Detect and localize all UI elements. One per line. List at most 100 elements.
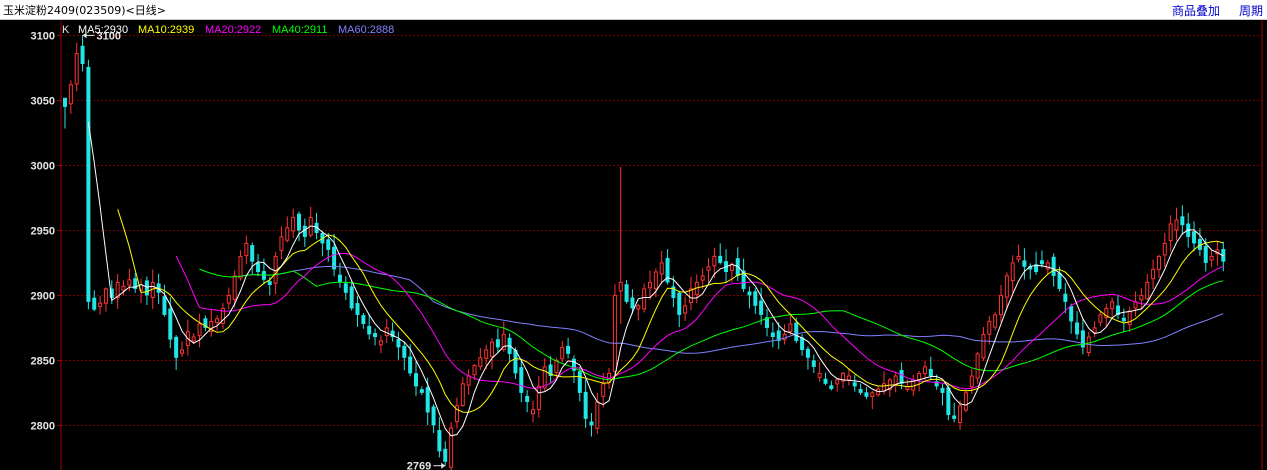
- candle-body-100: [648, 281, 652, 289]
- candle-body-164: [1022, 260, 1027, 267]
- candle-body-28: [226, 294, 231, 304]
- period-link[interactable]: 周期: [1239, 2, 1263, 19]
- candle-body-97: [630, 297, 635, 309]
- candle-body-177: [1098, 314, 1103, 323]
- candle-body-129: [817, 372, 822, 378]
- legend-ma40: MA40:2911: [272, 24, 327, 36]
- candle-body-79: [525, 395, 530, 402]
- candle-body-54: [378, 340, 383, 346]
- window-title: 玉米淀粉2409(023509)<日线>: [3, 4, 167, 17]
- candle-body-38: [285, 227, 290, 241]
- candle-body-176: [1092, 327, 1097, 334]
- candle-body-71: [478, 357, 483, 367]
- candle-body-196: [1209, 255, 1214, 261]
- candle-body-121: [770, 332, 775, 337]
- candle-body-115: [735, 258, 740, 276]
- candle-body-150: [940, 387, 945, 393]
- candle-body-132: [835, 379, 840, 385]
- y-tick-label-2800: 2800: [31, 421, 55, 433]
- candle-body-32: [250, 245, 255, 262]
- candle-body-64: [437, 430, 442, 452]
- candle-body-128: [811, 360, 816, 367]
- candle-body-40: [297, 213, 301, 231]
- candle-body-156: [975, 353, 980, 379]
- candle-body-33: [256, 262, 261, 272]
- candle-body-45: [326, 239, 331, 250]
- candle-body-1: [68, 84, 73, 105]
- candle-body-109: [700, 275, 705, 281]
- candle-body-6: [98, 302, 103, 307]
- candle-body-7: [103, 288, 108, 304]
- candle-body-78: [519, 367, 524, 393]
- candle-body-160: [999, 294, 1003, 316]
- candle-body-123: [782, 333, 787, 341]
- candle-body-17: [162, 296, 167, 315]
- ma10-line: [117, 209, 1224, 413]
- candle-body-112: [718, 255, 723, 263]
- candle-body-170: [1057, 272, 1062, 289]
- candle-body-137: [864, 392, 869, 397]
- candle-body-60: [414, 373, 418, 387]
- annotation-layer: 31002769: [82, 30, 446, 470]
- candle-body-23: [197, 323, 202, 336]
- candle-body-146: [917, 372, 922, 381]
- candle-body-162: [1010, 262, 1015, 282]
- candle-body-179: [1110, 301, 1115, 310]
- candle-body-94: [612, 294, 617, 372]
- candle-body-88: [577, 371, 582, 393]
- candlestick-chart: 2800285029002950300030503100 31002769 K …: [31, 20, 1263, 470]
- candle-body-111: [712, 255, 717, 267]
- candle-body-167: [1039, 260, 1044, 265]
- candle-body-70: [472, 365, 477, 376]
- candle-body-98: [636, 305, 641, 310]
- candle-body-31: [244, 242, 249, 257]
- candle-body-171: [1063, 293, 1068, 302]
- candle-body-26: [215, 318, 220, 324]
- legend-ma10: MA10:2939: [138, 24, 194, 36]
- candle-body-91: [595, 401, 600, 429]
- candle-body-65: [443, 448, 448, 462]
- candle-body-138: [870, 392, 875, 398]
- candle-body-191: [1180, 216, 1185, 226]
- candle-body-119: [759, 300, 764, 315]
- candle-body-157: [981, 333, 986, 359]
- candle-body-135: [852, 382, 857, 387]
- candle-body-47: [337, 274, 342, 283]
- candle-body-125: [794, 322, 799, 341]
- candle-body-90: [589, 421, 594, 426]
- candle-body-130: [823, 378, 828, 384]
- candle-body-48: [343, 283, 348, 293]
- candle-body-4: [86, 66, 91, 302]
- candle-body-80: [531, 409, 535, 415]
- candle-body-186: [1151, 268, 1156, 280]
- candle-body-73: [490, 341, 495, 357]
- y-tick-label-2900: 2900: [31, 291, 55, 303]
- candle-body-10: [121, 285, 126, 291]
- candle-body-92: [601, 383, 606, 397]
- candle-body-55: [384, 327, 389, 337]
- candle-body-96: [624, 284, 629, 302]
- candle-body-153: [958, 405, 963, 423]
- candle-body-95: [618, 281, 623, 292]
- ma40-line: [199, 268, 1224, 381]
- candle-body-195: [1203, 246, 1208, 263]
- low-label: 2769: [407, 461, 431, 470]
- candle-body-14: [144, 280, 149, 296]
- candle-body-147: [922, 366, 927, 375]
- candle-body-53: [373, 333, 378, 337]
- candle-body-143: [899, 370, 904, 384]
- candle-body-172: [1069, 306, 1074, 322]
- candle-body-140: [882, 383, 886, 392]
- overlay-commodity-link[interactable]: 商品叠加: [1172, 2, 1220, 19]
- candle-body-3: [80, 45, 85, 64]
- candle-body-152: [952, 415, 957, 419]
- legend-ma60: MA60:2888: [338, 24, 394, 36]
- candle-body-62: [425, 387, 430, 413]
- candle-body-37: [279, 236, 284, 251]
- candle-body-19: [174, 336, 179, 358]
- candle-body-72: [484, 349, 489, 359]
- y-tick-label-2850: 2850: [31, 356, 55, 368]
- candle-body-50: [355, 303, 360, 315]
- y-tick-label-2950: 2950: [31, 226, 55, 238]
- candle-body-188: [1162, 242, 1167, 256]
